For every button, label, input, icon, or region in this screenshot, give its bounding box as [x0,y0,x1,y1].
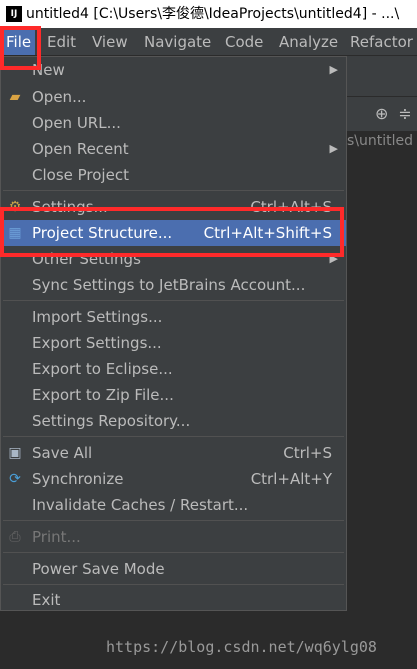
menu-item-label: Close Project [32,166,129,184]
menu-item-sync-settings[interactable]: Sync Settings to JetBrains Account... [1,272,346,298]
background-toolbar [347,56,417,97]
menu-item-label: Open... [32,88,87,106]
menu-separator [3,584,344,585]
menu-item-open[interactable]: ▰ Open... [1,84,346,110]
menu-item-label: Invalidate Caches / Restart... [32,496,249,514]
menu-item-label: Sync Settings to JetBrains Account... [32,276,306,294]
menu-item-open-recent[interactable]: Open Recent ▶ [1,136,346,162]
menu-item-export-zip[interactable]: Export to Zip File... [1,382,346,408]
menu-item-print[interactable]: ⎙ Print... [1,524,346,550]
menu-item-project-structure[interactable]: ▦ Project Structure... Ctrl+Alt+Shift+S [1,220,346,246]
menu-item-power-save-mode[interactable]: Power Save Mode [1,556,346,582]
printer-icon: ⎙ [9,529,21,545]
menu-separator [3,300,344,301]
menu-item-shortcut: Ctrl+S [283,444,332,462]
menu-item-export-settings[interactable]: Export Settings... [1,330,346,356]
menu-item-settings-repository[interactable]: Settings Repository... [1,408,346,434]
collapse-icon[interactable]: ≑ [398,104,417,123]
menu-bar: File Edit View Navigate Code Analyze Ref… [0,28,417,56]
menu-code[interactable]: Code [225,28,263,55]
menu-item-label: Other Settings [32,250,141,268]
menu-item-label: Export to Eclipse... [32,360,173,378]
menu-item-shortcut: Ctrl+Alt+Y [250,470,332,488]
menu-file-label: File [6,33,32,51]
menu-item-label: Print... [32,528,81,546]
menu-edit[interactable]: Edit [47,28,76,55]
window-title-bar: IJ untitled4 [C:\Users\李俊德\IdeaProjects\u… [0,0,417,28]
menu-item-invalidate-caches[interactable]: Invalidate Caches / Restart... [1,492,346,518]
wrench-icon: ⚙ [8,199,22,215]
menu-separator [3,552,344,553]
file-menu-dropdown: New ▶ ▰ Open... Open URL... Open Recent … [0,56,347,611]
submenu-arrow-icon: ▶ [329,142,338,155]
menu-item-synchronize[interactable]: ⟳ Synchronize Ctrl+Alt+Y [1,466,346,492]
menu-item-exit[interactable]: Exit [1,587,346,613]
window-title: untitled4 [C:\Users\李俊德\IdeaProjects\unt… [26,6,400,22]
menu-item-label: Exit [32,591,61,609]
submenu-arrow-icon: ▶ [329,252,338,265]
locate-icon[interactable]: ⊕ [375,104,398,123]
menu-refactor[interactable]: Refactor [350,28,413,55]
menu-separator [3,190,344,191]
project-structure-icon: ▦ [8,225,22,241]
menu-item-new[interactable]: New ▶ [1,57,346,83]
menu-view[interactable]: View [92,28,128,55]
menu-navigate[interactable]: Navigate [144,28,211,55]
menu-item-label: Synchronize [32,470,124,488]
synchronize-icon: ⟳ [9,471,21,487]
save-icon: ▣ [8,445,22,461]
menu-item-shortcut: Ctrl+Alt+S [250,198,332,216]
menu-item-label: New [32,61,65,79]
menu-item-label: Project Structure... [32,224,173,242]
background-toolbar-icons: ⊕≑ [375,104,417,123]
submenu-arrow-icon: ▶ [329,63,338,76]
menu-item-label: Import Settings... [32,308,163,326]
menu-item-export-eclipse[interactable]: Export to Eclipse... [1,356,346,382]
menu-item-label: Export to Zip File... [32,386,174,404]
menu-analyze[interactable]: Analyze [279,28,338,55]
menu-item-import-settings[interactable]: Import Settings... [1,304,346,330]
menu-separator [3,520,344,521]
menu-item-settings[interactable]: ⚙ Settings... Ctrl+Alt+S [1,194,346,220]
menu-item-save-all[interactable]: ▣ Save All Ctrl+S [1,440,346,466]
background-editor [347,131,417,669]
watermark-text: https://blog.csdn.net/wq6ylg08 [106,638,377,656]
menu-item-label: Open Recent [32,140,129,158]
menu-item-label: Export Settings... [32,334,162,352]
menu-separator [3,436,344,437]
menu-item-label: Settings Repository... [32,412,191,430]
intellij-app-icon: IJ [6,6,22,22]
folder-icon: ▰ [9,89,21,105]
menu-item-label: Power Save Mode [32,560,165,578]
menu-item-close-project[interactable]: Close Project [1,162,346,188]
menu-item-label: Settings... [32,198,108,216]
menu-item-open-url[interactable]: Open URL... [1,110,346,136]
background-path-text: s\untitled [347,133,414,149]
menu-file[interactable]: File [2,28,36,55]
menu-item-other-settings[interactable]: Other Settings ▶ [1,246,346,272]
menu-item-label: Save All [32,444,93,462]
menu-item-shortcut: Ctrl+Alt+Shift+S [203,224,332,242]
menu-item-label: Open URL... [32,114,121,132]
